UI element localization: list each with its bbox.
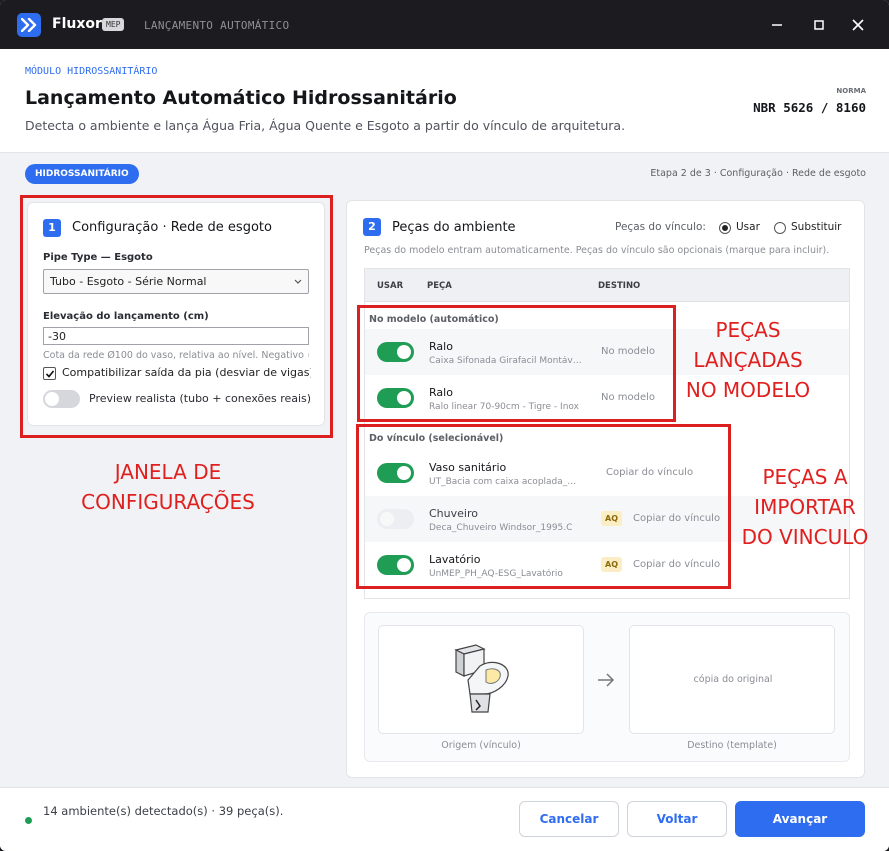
status-dot-icon [25, 817, 32, 824]
destination-preview: cópia do original [629, 625, 835, 734]
window-subtitle: LANÇAMENTO AUTOMÁTICO [144, 19, 290, 32]
radio-group-label: Peças do vínculo: [615, 221, 706, 233]
destination-caption: Destino (template) [687, 740, 777, 751]
double-chevron-right-icon [17, 13, 41, 37]
next-button[interactable]: Avançar [735, 801, 865, 837]
origin-caption: Origem (vínculo) [441, 740, 521, 751]
annotation-link-text: PEÇAS A IMPORTAR DO VINCULO [741, 465, 869, 549]
annotation-box-model-pieces [357, 305, 676, 422]
footer: 14 ambiente(s) detectado(s) · 39 peça(s)… [0, 787, 889, 851]
radio-usar-label[interactable]: Usar [736, 221, 760, 233]
page-header: MÓDULO HIDROSSANITÁRIO Lançamento Automá… [0, 49, 889, 153]
maximize-button[interactable] [806, 12, 832, 38]
destination-placeholder: cópia do original [693, 674, 773, 685]
column-destino: DESTINO [598, 281, 641, 291]
page-title: Lançamento Automático Hidrossanitário [25, 87, 457, 109]
cancel-button[interactable]: Cancelar [519, 801, 619, 837]
minimize-button[interactable] [764, 12, 790, 38]
pieces-description: Peças do modelo entram automaticamente. … [364, 245, 830, 256]
annotation-config-text: JANELA DE CONFIGURAÇÕES [81, 460, 255, 514]
column-peca: PEÇA [427, 281, 452, 291]
annotation-box-link-pieces [356, 424, 731, 589]
norma-label: NORMA [836, 87, 866, 95]
step-indicator: Etapa 2 de 3 · Configuração · Rede de es… [650, 168, 866, 179]
column-usar: USAR [377, 281, 404, 291]
annotation-model-text: PEÇAS LANÇADAS NO MODELO [685, 318, 811, 402]
table-header: USAR PEÇA DESTINO [365, 269, 849, 302]
maximize-icon [814, 20, 824, 30]
back-button[interactable]: Voltar [627, 801, 727, 837]
module-tag: HIDROSSANITÁRIO [25, 164, 139, 184]
toilet-icon [454, 644, 509, 713]
page-description: Detecta o ambiente e lança Água Fria, Ág… [25, 118, 626, 133]
close-icon [852, 19, 864, 31]
radio-substituir[interactable] [774, 222, 786, 234]
norma-value: NBR 5626 / 8160 [753, 100, 866, 115]
app-badge: MEP [102, 18, 125, 31]
minimize-icon [772, 24, 782, 26]
radio-usar[interactable] [719, 222, 731, 234]
origin-preview [378, 625, 584, 734]
step-number-badge: 2 [363, 218, 381, 236]
arrow-right-icon [598, 673, 615, 687]
title-bar: Fluxor MEP LANÇAMENTO AUTOMÁTICO [0, 0, 889, 49]
pieces-title: Peças do ambiente [392, 220, 516, 235]
module-label: MÓDULO HIDROSSANITÁRIO [25, 66, 158, 77]
radio-substituir-label[interactable]: Substituir [791, 221, 842, 233]
annotation-box-config [20, 195, 333, 438]
close-button[interactable] [845, 12, 871, 38]
app-name: Fluxor [52, 16, 102, 32]
status-text: 14 ambiente(s) detectado(s) · 39 peça(s)… [43, 804, 284, 818]
copy-preview: cópia do original Origem (vínculo) Desti… [364, 612, 850, 762]
app-window: Fluxor MEP LANÇAMENTO AUTOMÁTICO MÓDULO … [0, 0, 889, 851]
